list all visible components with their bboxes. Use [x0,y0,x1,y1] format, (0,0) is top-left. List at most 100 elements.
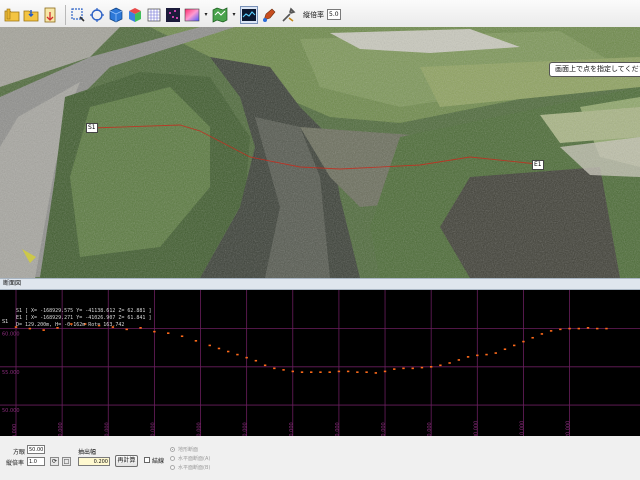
profile-point [273,367,276,370]
x-tick-label: 20.000 [104,422,110,436]
recalculate-button[interactable]: 再計算 [115,455,138,467]
profile-point [448,362,451,364]
refresh-icon[interactable]: ⟳ [50,457,59,466]
profile-point [328,371,331,373]
end-point-label[interactable]: E1 [532,160,544,170]
profile-point [346,370,350,373]
x-tick-label: 10.000 [58,422,64,436]
profile-point [476,354,479,357]
profile-point [540,333,544,335]
profile-point [531,336,534,339]
radio-terrain-section[interactable] [170,447,175,452]
folder-arrow-icon[interactable] [23,7,39,23]
profile-point [282,369,285,371]
x-tick-label: 40.000 [197,422,203,436]
profile-point [291,370,294,373]
radio-horizontal-b[interactable] [170,465,175,470]
profile-point [605,327,608,330]
start-coordinates: S1 [ X= -168929.575 Y= -41138.612 Z= 62.… [16,308,152,314]
instruction-tooltip: 画面上で点を指定してください [549,62,640,77]
profile-icon[interactable] [240,5,258,24]
profile-point [411,367,414,370]
profile-point [494,352,497,354]
x-tick-label: 120.000 [566,421,572,436]
profile-chart[interactable]: 0.000 10.000 20.000 30.000 40.000 50.000 60.00… [0,290,640,436]
line-checkbox-label: 結線 [152,458,165,465]
y-tick-label: 50.000 [2,408,20,414]
x-tick-label: 0.000 [12,424,18,436]
radio-horizontal-a-label: 水平面断面(A) [178,456,211,462]
vertical-scale-input[interactable] [327,9,341,20]
direction-label: 方眼 [13,449,26,456]
profile-point [310,371,313,373]
color-cube-icon[interactable] [127,7,143,23]
chevron-down-icon[interactable]: ▾ [203,7,209,23]
profile-point [245,356,248,359]
vertical-ratio-label: 縦倍率 [6,460,25,467]
y-tick-label: 60.000 [2,332,20,338]
start-marker: S1 [2,319,8,325]
x-tick-label: 30.000 [150,422,156,436]
x-tick-label: 110.000 [519,421,525,436]
x-tick-label: 100.000 [473,421,479,436]
profile-info: S1 [ X= -168929.575 Y= -41138.612 Z= 62.… [16,308,151,329]
profile-point [439,364,442,367]
start-point-label[interactable]: S1 [86,123,98,133]
profile-point [236,353,239,356]
profile-point [393,368,396,370]
x-tick-label: 60.000 [289,422,295,436]
profile-point [568,327,571,330]
profile-point [513,344,516,347]
toolbar: ▾ ▾ 縦倍率 [0,0,640,30]
x-tick-label: 70.000 [335,422,341,436]
profile-point [522,340,525,343]
radio-horizontal-b-label: 水平面断面(B) [178,465,211,471]
profile-point [549,330,553,332]
profile-point [365,371,368,373]
profile-point [217,347,221,350]
x-tick-label: 50.000 [243,422,249,436]
profile-point [153,330,156,333]
save-file-icon[interactable] [42,7,58,23]
direction-input[interactable] [27,445,45,454]
chevron-down-icon[interactable]: ▾ [231,7,237,23]
zoom-window-icon[interactable] [70,7,86,23]
profile-point [485,353,488,356]
control-panel: 方眼 縦倍率 ⟳ □ 抽出幅 再計算 結線 地形断面 水平面断面(A) 水平面断… [0,436,640,480]
map-view-icon[interactable] [212,6,228,23]
point-display-icon[interactable] [165,7,181,23]
point-cloud-view[interactable]: S1 E1 画面上で点を指定してください [0,27,640,278]
extract-width-label: 抽出幅 [78,449,97,456]
vertical-ratio-input[interactable] [27,457,45,466]
profile-point [337,370,341,373]
app-window: ▾ ▾ 縦倍率 5.0 S1 E1 画面上で点を指定してくだ 断面図 0.000… [0,0,640,480]
profile-point [167,332,170,334]
x-tick-label: 90.000 [427,422,433,436]
tools-icon[interactable] [280,7,296,23]
profile-panel-title: 断面図 [0,278,640,290]
paint-icon[interactable] [261,7,277,23]
radio-horizontal-a[interactable] [170,456,175,461]
profile-point [263,364,267,367]
line-checkbox[interactable] [144,457,150,463]
terrain-render [0,27,640,278]
profile-point [300,371,304,373]
folder-icon[interactable] [4,7,20,23]
profile-point [42,329,45,331]
blue-cube-icon[interactable] [108,7,124,23]
x-tick-label: 80.000 [381,422,387,436]
square-icon[interactable]: □ [62,457,71,466]
grid-icon[interactable] [146,7,162,23]
end-coordinates: E1 [ X= -168929.271 Y= -41026.907 Z= 61.… [16,315,152,321]
profile-point [402,367,405,370]
extract-width-input[interactable] [78,457,110,466]
profile-point [577,327,580,330]
profile-point [374,372,378,374]
color-scale-icon[interactable] [184,7,200,23]
profile-point [180,335,184,338]
profile-point [596,327,599,330]
profile-point [429,366,433,368]
rotate-view-icon[interactable] [89,7,105,23]
vertical-scale-label: 縦倍率 [303,10,324,19]
profile-point [319,371,322,373]
